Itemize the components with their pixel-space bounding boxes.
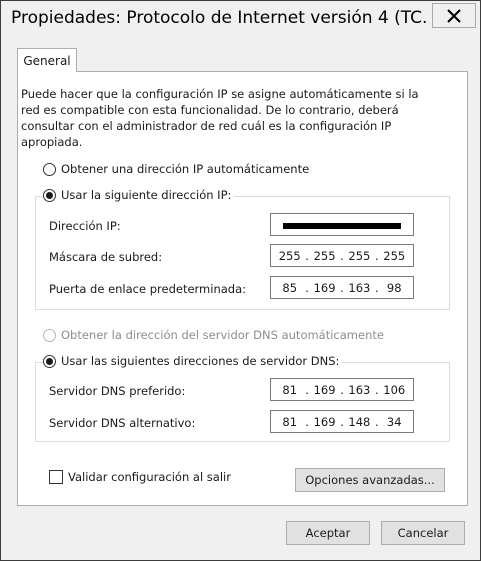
ip-address-input[interactable] xyxy=(270,213,414,236)
octet-separator: . xyxy=(305,280,309,295)
validate-checkbox[interactable] xyxy=(49,470,63,484)
octet-separator: . xyxy=(305,248,309,263)
octet-4: 98 xyxy=(386,280,402,295)
dns-manual-label: Usar las siguientes direcciones de servi… xyxy=(61,354,340,368)
window-title: Propiedades: Protocolo de Internet versi… xyxy=(11,8,426,28)
dns-auto-label: Obtener la dirección del servidor DNS au… xyxy=(61,328,384,342)
dialog-window: Propiedades: Protocolo de Internet versi… xyxy=(0,0,481,561)
title-bar: Propiedades: Protocolo de Internet versi… xyxy=(1,1,480,37)
octet-separator: . xyxy=(340,248,344,263)
gateway-label: Puerta de enlace predeterminada: xyxy=(49,282,247,296)
alternate-dns-label: Servidor DNS alternativo: xyxy=(49,416,196,430)
octet-separator: . xyxy=(340,280,344,295)
ip-manual-radio[interactable] xyxy=(43,188,56,202)
cancel-button[interactable]: Cancelar xyxy=(381,521,465,545)
octet-separator: . xyxy=(305,414,309,429)
dns-manual-option[interactable]: Usar las siguientes direcciones de servi… xyxy=(43,354,343,368)
description-text: Puede hacer que la configuración IP se a… xyxy=(21,87,419,149)
accept-button[interactable]: Aceptar xyxy=(286,521,370,545)
octet-3: 255 xyxy=(348,248,371,263)
ip-manual-option[interactable]: Usar la siguiente dirección IP: xyxy=(43,188,235,202)
octet-2: 169 xyxy=(313,414,336,429)
octet-separator: . xyxy=(340,382,344,397)
ip-auto-label: Obtener una dirección IP automáticamente xyxy=(61,162,310,176)
octet-separator: . xyxy=(374,414,379,429)
advanced-options-button[interactable]: Opciones avanzadas... xyxy=(295,468,445,492)
ip-auto-option[interactable]: Obtener una dirección IP automáticamente xyxy=(43,162,309,176)
ip-auto-radio[interactable] xyxy=(43,162,56,176)
dns-manual-radio[interactable] xyxy=(43,354,56,368)
dns-auto-option: Obtener la dirección del servidor DNS au… xyxy=(43,328,384,342)
octet-2: 255 xyxy=(313,248,336,263)
octet-4: 255 xyxy=(383,248,406,263)
octet-1: 85 xyxy=(282,280,298,295)
subnet-mask-input[interactable]: 255. 255. 255. 255 xyxy=(270,244,414,267)
octet-separator: . xyxy=(340,414,344,429)
preferred-dns-input[interactable]: 81. 169. 163. 106 xyxy=(270,378,414,401)
octet-3: 148 xyxy=(348,414,371,429)
subnet-mask-label: Máscara de subred: xyxy=(49,250,163,264)
octet-3: 163 xyxy=(348,382,371,397)
alternate-dns-input[interactable]: 81. 169. 148. 34 xyxy=(270,410,414,433)
octet-1: 255 xyxy=(278,248,301,263)
close-button[interactable] xyxy=(432,3,476,28)
octet-1: 81 xyxy=(282,382,298,397)
octet-3: 163 xyxy=(348,280,371,295)
gateway-input[interactable]: 85. 169. 163. 98 xyxy=(270,276,414,299)
preferred-dns-label: Servidor DNS preferido: xyxy=(49,384,186,398)
redacted-ip-mask xyxy=(283,223,401,229)
octet-2: 169 xyxy=(313,382,336,397)
octet-separator: . xyxy=(374,280,379,295)
octet-1: 81 xyxy=(282,414,298,429)
close-icon xyxy=(447,8,461,23)
octet-separator: . xyxy=(305,382,309,397)
octet-4: 106 xyxy=(383,382,406,397)
ip-address-label: Dirección IP: xyxy=(49,219,121,233)
validate-label: Validar configuración al salir xyxy=(68,470,231,484)
octet-2: 169 xyxy=(313,280,336,295)
ip-manual-label: Usar la siguiente dirección IP: xyxy=(61,188,232,202)
octet-separator: . xyxy=(374,382,379,397)
validate-option[interactable]: Validar configuración al salir xyxy=(49,470,231,484)
tab-general[interactable]: General xyxy=(17,48,77,72)
dns-auto-radio xyxy=(43,328,56,342)
octet-separator: . xyxy=(374,248,379,263)
octet-4: 34 xyxy=(386,414,402,429)
